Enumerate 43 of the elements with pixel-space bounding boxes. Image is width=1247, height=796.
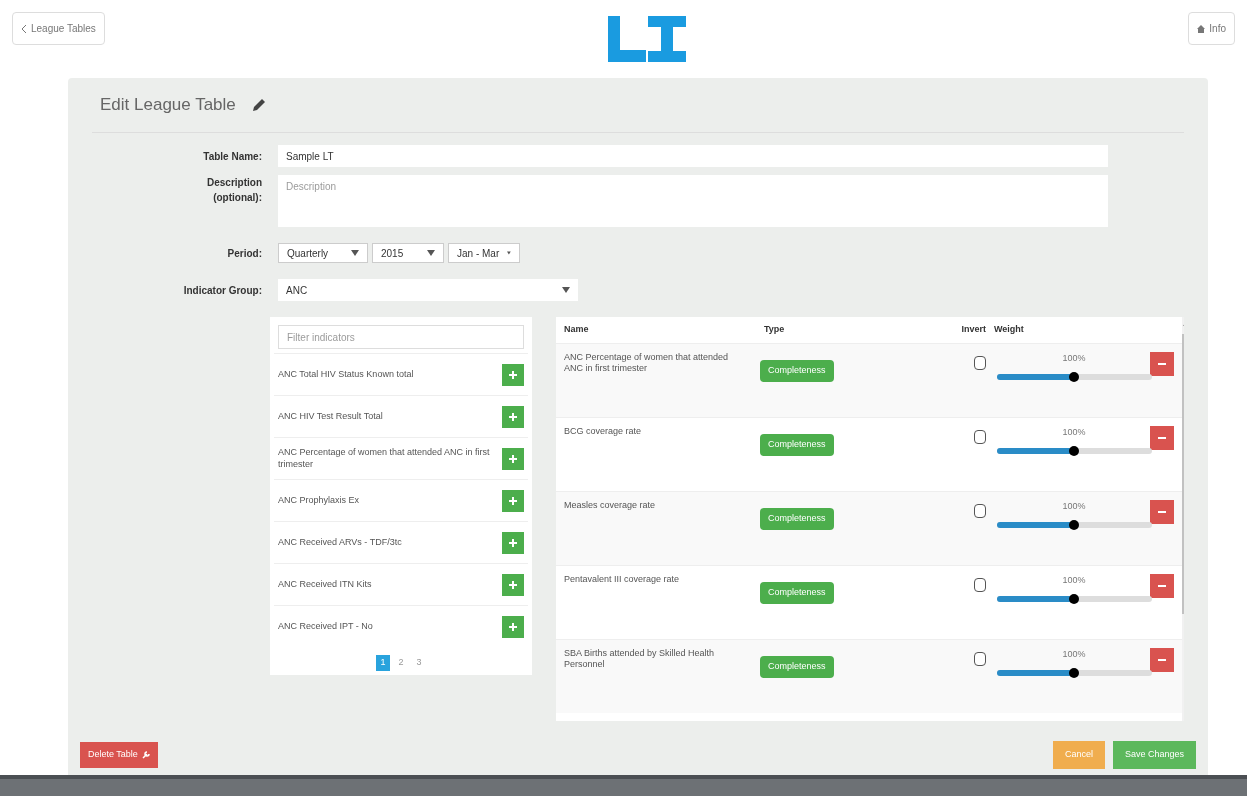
column-header: Invert [960, 323, 987, 337]
menu-button[interactable]: Info [1188, 12, 1235, 45]
period-select[interactable]: Quarterly [278, 243, 368, 263]
column-header: Weight [993, 323, 1025, 337]
filter-field[interactable]: Filter indicators [278, 325, 524, 349]
indicator-name: ANC Prophylaxis Ex [278, 494, 361, 507]
description-field[interactable]: Description [278, 175, 1108, 227]
type-badge: Completeness [760, 360, 834, 382]
indicator-name: ANC Received ARVs - TDF/3tc [278, 536, 403, 549]
period-select[interactable]: 2015 [372, 243, 444, 263]
table-cell-text: BCG coverage rate [563, 426, 643, 438]
indicator-name: ANC Received ITN Kits [278, 578, 373, 591]
indicator-name: ANC Percentage of women that attended ANC in first trimester [278, 447, 491, 470]
column-header: Name [563, 323, 590, 337]
indicator-name: ANC HIV Test Result Total [278, 410, 384, 423]
indicator-group-select[interactable]: ANC [278, 279, 578, 301]
table-cell-text: SBA Births attended by Skilled Health Personnel [563, 648, 716, 671]
save-button[interactable]: Save Changes [1112, 741, 1196, 769]
table-cell-text: Pentavalent III coverage rate [563, 574, 681, 586]
delete-table-button[interactable]: Delete Table [80, 742, 158, 768]
page-button[interactable]: 1 [376, 655, 390, 671]
type-badge: Completeness [760, 508, 834, 530]
weight-value: 100% [1062, 574, 1086, 587]
period-select[interactable]: Jan - Mar [448, 243, 520, 263]
weight-value: 100% [1062, 426, 1086, 439]
field-label: Description (optional): [206, 176, 262, 205]
indicator-name: ANC Received IPT - No [278, 620, 374, 633]
card-title: Edit League Table [100, 94, 236, 117]
column-header: Type [763, 323, 786, 337]
back-button[interactable]: League Tables [12, 12, 105, 45]
indicator-name: ANC Total HIV Status Known total [278, 368, 415, 381]
field-label: Indicator Group: [182, 283, 262, 298]
table-name-field[interactable]: Sample LT [278, 145, 1108, 167]
field-label: Table Name: [202, 149, 262, 164]
type-badge: Completeness [760, 434, 834, 456]
field-label: Period: [226, 246, 262, 261]
table-cell-text: Measles coverage rate [563, 500, 657, 512]
weight-value: 100% [1062, 648, 1086, 661]
weight-value: 100% [1062, 352, 1086, 365]
weight-value: 100% [1062, 500, 1086, 513]
table-cell-text: ANC Percentage of women that attended ANC in first trimester [563, 352, 730, 375]
type-badge: Completeness [760, 656, 834, 678]
type-badge: Completeness [760, 582, 834, 604]
